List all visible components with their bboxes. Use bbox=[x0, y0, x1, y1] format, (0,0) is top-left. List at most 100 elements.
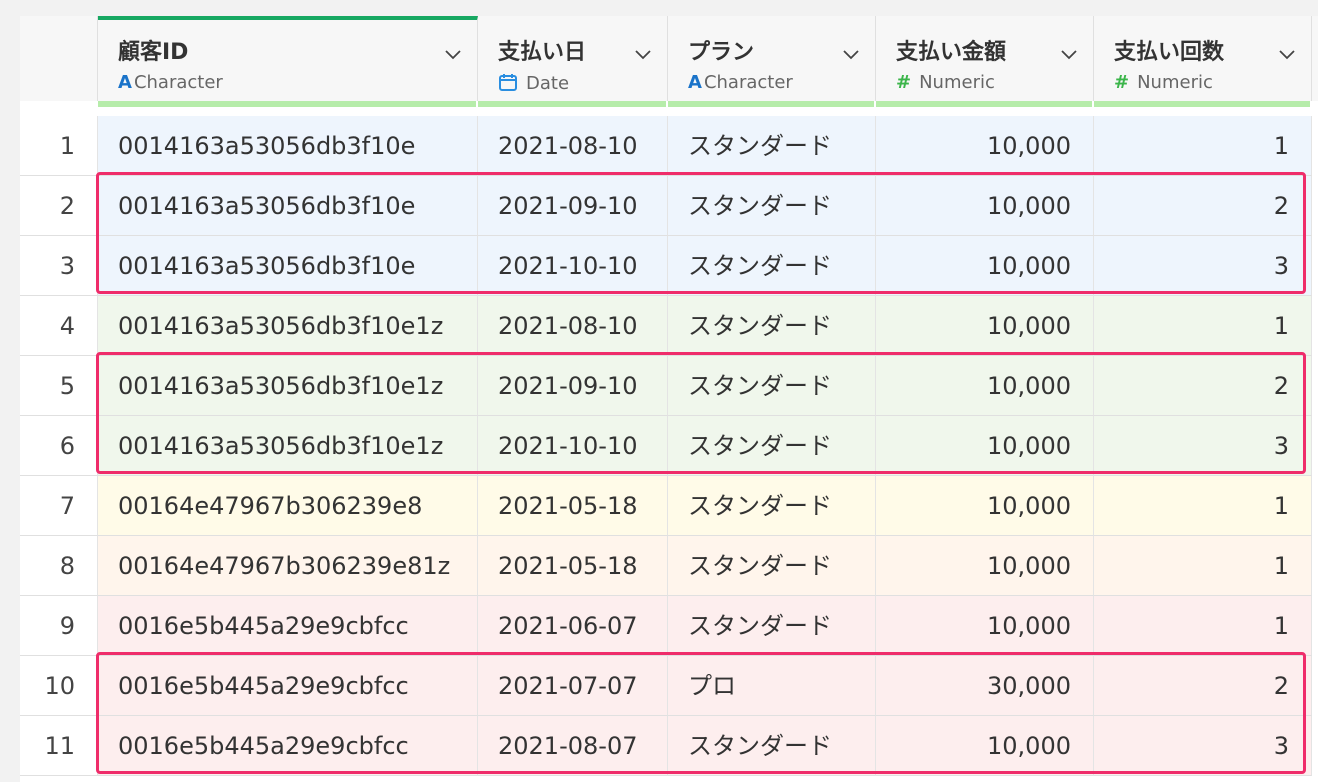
data-grid: 顧客ID A Character 支払い日 Date プラン A Character 支払い金額… bbox=[20, 16, 1318, 782]
table-cell-count[interactable]: 1 bbox=[1094, 296, 1312, 356]
table-cell-date[interactable]: 2021-10-10 bbox=[478, 236, 668, 296]
column-header-5[interactable]: 支払い回数 # Numeric bbox=[1094, 16, 1312, 101]
row-number: 6 bbox=[20, 416, 98, 476]
table-cell-id[interactable]: 00164e47967b306239e8 bbox=[98, 476, 478, 536]
numeric-type-icon: # bbox=[896, 72, 912, 93]
table-cell-date[interactable]: 2021-10-10 bbox=[478, 416, 668, 476]
column-type-label: Character bbox=[703, 72, 793, 93]
column-name: 顧客ID bbox=[118, 40, 189, 65]
column-quality-bar bbox=[668, 101, 874, 107]
row-number: 8 bbox=[20, 536, 98, 596]
table-cell-date[interactable]: 2021-07-07 bbox=[478, 656, 668, 716]
row-number: 5 bbox=[20, 356, 98, 416]
chevron-down-icon[interactable] bbox=[633, 44, 653, 64]
table-cell-amount[interactable]: 10,000 bbox=[876, 296, 1094, 356]
row-number: 1 bbox=[20, 116, 98, 176]
table-cell-id[interactable]: 0014163a53056db3f10e1z bbox=[98, 296, 478, 356]
column-name: 支払い金額 bbox=[896, 40, 1007, 65]
column-header-3[interactable]: プラン A Character bbox=[668, 16, 876, 101]
table-cell-count[interactable]: 1 bbox=[1094, 536, 1312, 596]
table-cell-plan[interactable]: スタンダード bbox=[668, 596, 876, 656]
table-cell-amount[interactable]: 10,000 bbox=[876, 176, 1094, 236]
character-type-icon: A bbox=[118, 72, 132, 93]
table-cell-date[interactable]: 2021-05-18 bbox=[478, 476, 668, 536]
table-cell-plan[interactable]: スタンダード bbox=[668, 236, 876, 296]
table-cell-amount[interactable]: 10,000 bbox=[876, 356, 1094, 416]
table-cell-amount[interactable]: 30,000 bbox=[876, 656, 1094, 716]
row-number: 10 bbox=[20, 656, 98, 716]
column-type: # Numeric bbox=[896, 72, 995, 93]
column-header-4[interactable]: 支払い金額 # Numeric bbox=[876, 16, 1094, 101]
table-cell-date[interactable]: 2021-09-10 bbox=[478, 176, 668, 236]
row-number: 4 bbox=[20, 296, 98, 356]
column-quality-bar bbox=[1094, 101, 1310, 107]
table-cell-count[interactable]: 3 bbox=[1094, 236, 1312, 296]
table-cell-date[interactable]: 2021-08-10 bbox=[478, 116, 668, 176]
table-cell-id[interactable]: 0014163a53056db3f10e1z bbox=[98, 356, 478, 416]
column-name: 支払い回数 bbox=[1114, 40, 1225, 65]
table-cell-id[interactable]: 0014163a53056db3f10e bbox=[98, 116, 478, 176]
table-cell-plan[interactable]: スタンダード bbox=[668, 116, 876, 176]
table-cell-plan[interactable]: スタンダード bbox=[668, 716, 876, 776]
character-type-icon: A bbox=[688, 72, 702, 93]
column-type-label: Numeric bbox=[1137, 72, 1213, 93]
row-number: 7 bbox=[20, 476, 98, 536]
table-cell-id[interactable]: 0014163a53056db3f10e bbox=[98, 236, 478, 296]
table-cell-id[interactable]: 0014163a53056db3f10e bbox=[98, 176, 478, 236]
table-cell-id[interactable]: 00164e47967b306239e81z bbox=[98, 536, 478, 596]
column-quality-bar bbox=[478, 101, 666, 107]
table-cell-amount[interactable]: 10,000 bbox=[876, 536, 1094, 596]
table-cell-count[interactable]: 2 bbox=[1094, 656, 1312, 716]
table-cell-amount[interactable]: 10,000 bbox=[876, 716, 1094, 776]
table-cell-count[interactable]: 2 bbox=[1094, 176, 1312, 236]
row-number: 9 bbox=[20, 596, 98, 656]
row-number-header bbox=[20, 16, 98, 101]
chevron-down-icon[interactable] bbox=[443, 44, 463, 64]
table-cell-amount[interactable]: 10,000 bbox=[876, 476, 1094, 536]
column-type: # Numeric bbox=[1114, 72, 1213, 93]
column-quality-bar bbox=[876, 101, 1092, 107]
table-cell-id[interactable]: 0016e5b445a29e9cbfcc bbox=[98, 716, 478, 776]
row-number: 2 bbox=[20, 176, 98, 236]
column-header-2[interactable]: 支払い日 Date bbox=[478, 16, 668, 101]
chevron-down-icon[interactable] bbox=[1277, 44, 1297, 64]
numeric-type-icon: # bbox=[1114, 72, 1130, 93]
column-type-label: Character bbox=[133, 72, 223, 93]
table-cell-date[interactable]: 2021-08-10 bbox=[478, 296, 668, 356]
table-cell-date[interactable]: 2021-09-10 bbox=[478, 356, 668, 416]
table-cell-id[interactable]: 0016e5b445a29e9cbfcc bbox=[98, 596, 478, 656]
table-cell-count[interactable]: 1 bbox=[1094, 116, 1312, 176]
table-cell-count[interactable]: 3 bbox=[1094, 416, 1312, 476]
column-type: A Character bbox=[118, 72, 223, 93]
table-cell-amount[interactable]: 10,000 bbox=[876, 236, 1094, 296]
column-quality-bar bbox=[98, 101, 476, 107]
table-cell-date[interactable]: 2021-06-07 bbox=[478, 596, 668, 656]
table-cell-plan[interactable]: スタンダード bbox=[668, 176, 876, 236]
table-cell-count[interactable]: 1 bbox=[1094, 596, 1312, 656]
table-cell-date[interactable]: 2021-05-18 bbox=[478, 536, 668, 596]
table-cell-count[interactable]: 2 bbox=[1094, 356, 1312, 416]
column-name: プラン bbox=[688, 40, 755, 65]
table-cell-plan[interactable]: スタンダード bbox=[668, 296, 876, 356]
table-cell-id[interactable]: 0014163a53056db3f10e1z bbox=[98, 416, 478, 476]
table-cell-amount[interactable]: 10,000 bbox=[876, 416, 1094, 476]
table-cell-count[interactable]: 1 bbox=[1094, 476, 1312, 536]
table-cell-id[interactable]: 0016e5b445a29e9cbfcc bbox=[98, 656, 478, 716]
table-cell-date[interactable]: 2021-08-07 bbox=[478, 716, 668, 776]
chevron-down-icon[interactable] bbox=[841, 44, 861, 64]
header-row: 顧客ID A Character 支払い日 Date プラン A Character 支払い金額… bbox=[20, 16, 1318, 101]
table-cell-amount[interactable]: 10,000 bbox=[876, 596, 1094, 656]
column-header-1[interactable]: 顧客ID A Character bbox=[98, 16, 478, 101]
chevron-down-icon[interactable] bbox=[1059, 44, 1079, 64]
table-cell-amount[interactable]: 10,000 bbox=[876, 116, 1094, 176]
column-name: 支払い日 bbox=[498, 40, 587, 65]
column-type: A Character bbox=[688, 72, 793, 93]
table-cell-plan[interactable]: プロ bbox=[668, 656, 876, 716]
table-cell-plan[interactable]: スタンダード bbox=[668, 416, 876, 476]
table-cell-plan[interactable]: スタンダード bbox=[668, 536, 876, 596]
table-cell-plan[interactable]: スタンダード bbox=[668, 356, 876, 416]
row-number: 11 bbox=[20, 716, 98, 776]
table-cell-plan[interactable]: スタンダード bbox=[668, 476, 876, 536]
table-cell-count[interactable]: 3 bbox=[1094, 716, 1312, 776]
column-type: Date bbox=[498, 72, 569, 94]
